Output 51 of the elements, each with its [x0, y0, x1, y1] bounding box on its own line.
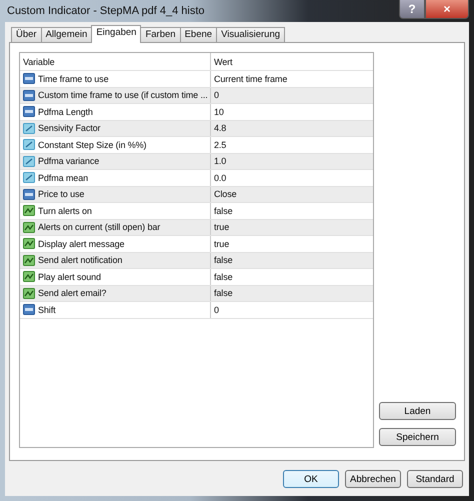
tab[interactable]: Eingaben	[91, 25, 142, 43]
variable-value[interactable]: 1.0	[214, 156, 226, 166]
variable-name: Pdfma variance	[38, 156, 100, 166]
close-button[interactable]: ×	[425, 0, 469, 19]
variable-name: Price to use	[38, 189, 84, 200]
variable-value[interactable]: false	[214, 255, 233, 266]
variable-name: Shift	[38, 304, 56, 315]
window-title: Custom Indicator - StepMA pdf 4_4 histo	[6, 5, 204, 17]
variable-value[interactable]: false	[214, 272, 233, 282]
tab[interactable]: Allgemein	[40, 27, 92, 42]
chart-icon	[23, 288, 35, 299]
tab[interactable]: Farben	[140, 27, 181, 42]
variable-name: Display alert message	[38, 238, 124, 249]
variable-name: Sensivity Factor	[38, 123, 100, 134]
variable-value[interactable]: 2.5	[214, 140, 226, 150]
variable-name: Pdfma Length	[38, 106, 93, 117]
variable-name: Constant Step Size (in %%)	[38, 140, 146, 150]
tab[interactable]: Über	[11, 27, 42, 42]
column-header: Wert	[210, 53, 373, 70]
variable-name: Custom time frame to use (if custom time ...	[38, 90, 208, 100]
variable-name: Play alert sound	[38, 272, 101, 282]
dialog-button[interactable]: Abbrechen	[345, 470, 401, 488]
variable-value[interactable]: Close	[214, 189, 237, 200]
chart-icon	[23, 238, 35, 250]
variable-value[interactable]: 4.8	[214, 123, 226, 134]
column-header: Variable	[22, 56, 56, 66]
variable-value[interactable]: 0.0	[214, 172, 226, 183]
chart-icon	[23, 205, 35, 216]
chart-icon	[23, 222, 35, 233]
variable-value[interactable]: false	[214, 206, 233, 216]
variable-value[interactable]: false	[214, 288, 233, 298]
variable-value[interactable]: true	[214, 238, 230, 249]
chart-icon	[23, 254, 35, 266]
side-button[interactable]: Speichern	[379, 428, 456, 446]
chart-icon	[23, 271, 35, 282]
side-button[interactable]: Laden	[379, 402, 456, 420]
tab[interactable]: Ebene	[180, 27, 218, 42]
dialog-button[interactable]: Standard	[407, 470, 463, 488]
variable-value[interactable]: true	[214, 222, 230, 232]
variable-name: Pdfma mean	[38, 172, 88, 183]
variable-value[interactable]: Current time frame	[214, 74, 288, 84]
variable-value[interactable]: 0	[214, 90, 219, 100]
variable-name: Turn alerts on	[38, 206, 92, 216]
variable-name: Alerts on current (still open) bar	[38, 222, 160, 232]
dialog-button[interactable]: OK	[283, 470, 339, 488]
tab[interactable]: Visualisierung	[216, 27, 286, 42]
variable-value[interactable]: 0	[214, 304, 219, 315]
variable-name: Send alert notification	[38, 255, 122, 266]
variable-name: Send alert email?	[38, 288, 106, 298]
variable-value[interactable]: 10	[214, 106, 224, 117]
variable-name: Time frame to use	[38, 74, 108, 84]
